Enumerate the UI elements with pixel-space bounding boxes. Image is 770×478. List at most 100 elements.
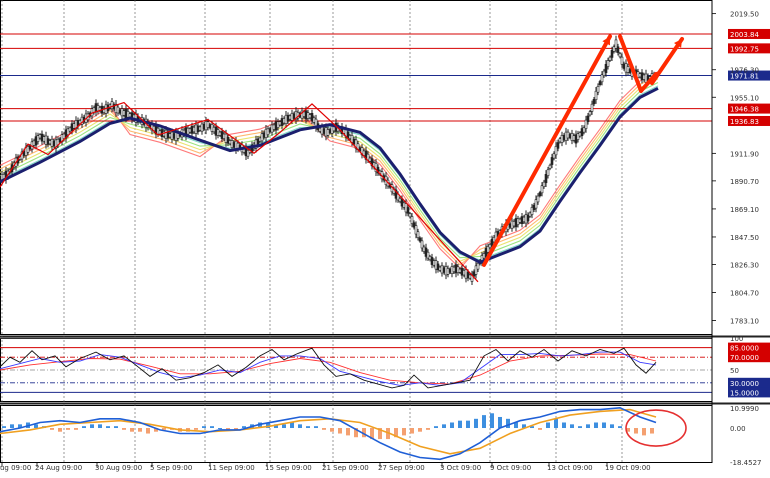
level-label: 2003.84 bbox=[730, 31, 759, 39]
macd-histogram-bar bbox=[402, 428, 406, 436]
price-body bbox=[588, 111, 592, 116]
price-body bbox=[406, 207, 410, 214]
price-body bbox=[126, 111, 130, 118]
macd-histogram-bar bbox=[554, 418, 558, 429]
price-body bbox=[592, 99, 596, 105]
osc-tick-label: 70.0000 bbox=[730, 354, 759, 362]
macd-histogram-bar bbox=[474, 418, 478, 429]
macd-histogram-bar bbox=[306, 426, 310, 429]
price-body bbox=[606, 60, 610, 67]
price-body bbox=[220, 131, 224, 139]
price-tick-label: 1783.10 bbox=[730, 318, 759, 326]
time-tick-label: 19 Oct 09:00 bbox=[605, 464, 651, 472]
macd-histogram-bar bbox=[538, 428, 542, 430]
price-body bbox=[536, 195, 540, 203]
macd-histogram-bar bbox=[82, 426, 86, 429]
macd-histogram-bar bbox=[586, 424, 590, 429]
macd-histogram-bar bbox=[466, 420, 470, 429]
osc-tick-label: 85.0000 bbox=[730, 345, 759, 353]
price-body bbox=[124, 109, 128, 119]
macd-histogram-bar bbox=[90, 424, 94, 429]
macd-histogram-bar bbox=[338, 428, 342, 434]
price-body bbox=[190, 125, 194, 134]
time-tick-label: 24 Aug 09:00 bbox=[35, 464, 82, 472]
macd-tick-label: 10.9990 bbox=[730, 405, 759, 413]
macd-histogram-bar bbox=[562, 422, 566, 429]
time-axis: ug 09:00 24 Aug 09:00 30 Aug 09:00 5 Sep 09… bbox=[0, 463, 651, 472]
price-body bbox=[118, 109, 122, 114]
price-body bbox=[226, 137, 230, 144]
macd-histogram-bar bbox=[442, 424, 446, 429]
time-tick-label: 5 Sep 09:00 bbox=[150, 464, 192, 472]
osc-tick-label: 30.0000 bbox=[730, 380, 759, 388]
price-body bbox=[196, 125, 200, 133]
price-tick-label: 1911.90 bbox=[730, 150, 759, 158]
macd-histogram-bar bbox=[602, 422, 606, 429]
price-body bbox=[216, 129, 220, 136]
price-body bbox=[214, 126, 218, 136]
chart: 2003.841992.751971.811946.381936.83 2019… bbox=[0, 0, 770, 478]
macd-histogram-bar bbox=[2, 426, 6, 429]
macd-histogram-bar bbox=[10, 424, 14, 429]
macd-histogram-bar bbox=[418, 428, 422, 432]
price-body bbox=[66, 128, 70, 136]
macd-histogram-bar bbox=[194, 428, 198, 430]
price-tick-label: 1847.50 bbox=[730, 234, 759, 242]
chart-background bbox=[0, 0, 770, 478]
macd-histogram-bar bbox=[410, 428, 414, 434]
price-body bbox=[590, 103, 594, 112]
price-body bbox=[548, 164, 552, 169]
price-body bbox=[120, 108, 124, 117]
macd-histogram-bar bbox=[314, 426, 318, 429]
macd-histogram-bar bbox=[570, 424, 574, 429]
price-body bbox=[200, 123, 204, 132]
time-tick-label: 9 Oct 09:00 bbox=[490, 464, 531, 472]
price-body bbox=[172, 133, 176, 139]
macd-histogram-bar bbox=[650, 428, 654, 434]
level-label: 1936.83 bbox=[730, 118, 759, 126]
macd-histogram-bar bbox=[610, 424, 614, 429]
price-body bbox=[212, 126, 216, 133]
macd-histogram-bar bbox=[74, 428, 78, 430]
price-body bbox=[550, 157, 554, 165]
time-tick-label: ug 09:00 bbox=[0, 464, 31, 472]
macd-histogram-bar bbox=[146, 428, 150, 434]
macd-histogram-bar bbox=[202, 426, 206, 429]
macd-histogram-bar bbox=[34, 424, 38, 429]
macd-histogram-bar bbox=[546, 422, 550, 429]
macd-histogram-bar bbox=[426, 428, 430, 430]
macd-tick-label: -18.4527 bbox=[730, 459, 761, 467]
price-body bbox=[194, 124, 198, 134]
macd-histogram-bar bbox=[498, 416, 502, 429]
price-body bbox=[222, 133, 226, 139]
price-body bbox=[198, 126, 202, 131]
macd-histogram-bar bbox=[50, 428, 54, 430]
macd-histogram-bar bbox=[210, 426, 214, 429]
time-tick-label: 21 Sep 09:00 bbox=[322, 464, 369, 472]
macd-histogram-bar bbox=[58, 428, 62, 432]
time-tick-label: 11 Sep 09:00 bbox=[208, 464, 255, 472]
price-tick-label: 1804.70 bbox=[730, 290, 759, 298]
price-body bbox=[596, 86, 600, 93]
macd-histogram-bar bbox=[618, 426, 622, 429]
macd-histogram-bar bbox=[130, 428, 134, 432]
macd-histogram-bar bbox=[298, 424, 302, 429]
price-body bbox=[188, 128, 192, 133]
price-body bbox=[110, 101, 114, 110]
level-label: 1946.38 bbox=[730, 106, 759, 114]
osc-tick-label: 50 bbox=[730, 367, 739, 375]
price-body bbox=[208, 124, 212, 129]
macd-histogram-bar bbox=[642, 428, 646, 436]
osc-tick-label: 15.0000 bbox=[730, 389, 759, 397]
price-body bbox=[546, 169, 550, 176]
price-body bbox=[192, 126, 196, 133]
price-body bbox=[170, 131, 174, 140]
time-tick-label: 15 Sep 09:00 bbox=[265, 464, 312, 472]
price-body bbox=[204, 121, 208, 131]
macd-histogram-bar bbox=[458, 420, 462, 429]
macd-histogram-bar bbox=[282, 424, 286, 429]
price-body bbox=[586, 115, 590, 123]
macd-histogram-bar bbox=[106, 426, 110, 429]
price-body bbox=[116, 106, 120, 114]
price-tick-label: 1890.70 bbox=[730, 178, 759, 186]
